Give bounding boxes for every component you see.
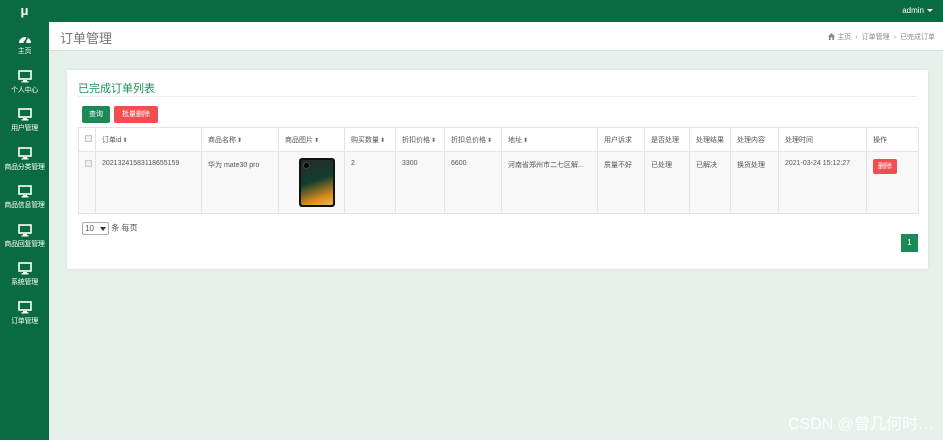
cell-quantity: 2 xyxy=(344,151,396,214)
column-header: 处理结果 xyxy=(689,127,731,152)
sidebar-item-orders[interactable]: 订单管理 xyxy=(0,295,49,333)
sort-icon: ⬍ xyxy=(380,137,386,144)
sidebar-item-label: 主页 xyxy=(17,48,32,55)
cell-order-id: 20213241583118655159 xyxy=(95,151,202,214)
sidebar-item-label: 商品回复管理 xyxy=(4,241,45,248)
sidebar-item-label: 个人中心 xyxy=(11,87,38,94)
page-size-control: 10 条 每页 xyxy=(82,222,137,235)
sidebar-item-category[interactable]: 商品分类管理 xyxy=(0,141,49,179)
breadcrumb-home[interactable]: 主页 xyxy=(837,34,851,41)
select-all-checkbox[interactable] xyxy=(85,135,92,142)
column-header: 处理内容 xyxy=(730,127,779,152)
caret-down-icon xyxy=(927,9,933,13)
app-logo: μ xyxy=(20,3,29,18)
page-button-current[interactable]: 1 xyxy=(901,234,918,252)
chevron-right-icon: › xyxy=(893,34,896,41)
column-header: 处理时间 xyxy=(778,127,867,152)
sidebar-item-label: 用户管理 xyxy=(11,125,38,132)
sidebar-item-products[interactable]: 商品信息管理 xyxy=(0,179,49,217)
breadcrumb-orders[interactable]: 订单管理 xyxy=(862,34,890,41)
sort-icon: ⬍ xyxy=(487,137,493,144)
sidebar-item-replies[interactable]: 商品回复管理 xyxy=(0,218,49,256)
product-image[interactable] xyxy=(299,158,335,207)
monitor-icon xyxy=(17,147,32,160)
sidebar-item-home[interactable]: 主页 xyxy=(0,26,49,64)
sidebar-item-label: 系统管理 xyxy=(11,279,38,286)
sidebar-item-label: 商品分类管理 xyxy=(4,164,45,171)
monitor-icon xyxy=(17,301,32,314)
breadcrumb-current: 已完成订单 xyxy=(900,34,935,41)
column-header[interactable]: 商品图片⬍ xyxy=(278,127,345,152)
select-all-cell xyxy=(78,127,96,152)
column-header[interactable]: 商品名称⬍ xyxy=(201,127,279,152)
sidebar-item-label: 订单管理 xyxy=(11,318,38,325)
cell-time: 2021-03-24 15:12:27 xyxy=(778,151,867,214)
column-header: 是否处理 xyxy=(644,127,690,152)
cell-content: 换货处理 xyxy=(730,151,779,214)
sidebar: 主页 个人中心 用户管理 商品分类管理 商品信息管理 商品回复管理 系统管理 订… xyxy=(0,22,49,440)
breadcrumb: 主页 › 订单管理 › 已完成订单 xyxy=(828,32,935,42)
row-select-cell xyxy=(78,151,96,214)
divider xyxy=(78,96,917,97)
panel-title: 已完成订单列表 xyxy=(78,83,155,95)
page-size-select[interactable]: 10 xyxy=(82,222,109,235)
table-header-row: 订单id⬍ 商品名称⬍ 商品图片⬍ 购买数量⬍ 折扣价格⬍ 折扣总价格⬍ 地址⬍… xyxy=(78,127,919,152)
sort-icon: ⬍ xyxy=(314,137,320,144)
query-button[interactable]: 查询 xyxy=(82,106,110,123)
camera-icon xyxy=(303,162,310,169)
monitor-icon xyxy=(17,70,32,83)
monitor-icon xyxy=(17,224,32,237)
cell-processed: 已处理 xyxy=(644,151,690,214)
cell-discount-price: 3300 xyxy=(395,151,445,214)
user-menu[interactable]: admin xyxy=(902,0,933,22)
sort-icon: ⬍ xyxy=(431,137,437,144)
cell-discount-total: 6600 xyxy=(444,151,502,214)
orders-table: 订单id⬍ 商品名称⬍ 商品图片⬍ 购买数量⬍ 折扣价格⬍ 折扣总价格⬍ 地址⬍… xyxy=(78,127,919,214)
column-header: 用户诉求 xyxy=(597,127,645,152)
monitor-icon xyxy=(17,108,32,121)
cell-actions: 删除 xyxy=(866,151,919,214)
page-header: 订单管理 主页 › 订单管理 › 已完成订单 xyxy=(49,22,943,51)
top-bar: μ admin xyxy=(0,0,943,22)
watermark: CSDN @曾几何时… xyxy=(787,416,934,433)
per-page-label: 条 每页 xyxy=(111,223,138,233)
sort-icon: ⬍ xyxy=(237,137,243,144)
sidebar-item-label: 商品信息管理 xyxy=(4,202,45,209)
cell-result: 已解决 xyxy=(689,151,731,214)
page-title: 订单管理 xyxy=(60,31,113,46)
column-header[interactable]: 折扣价格⬍ xyxy=(395,127,445,152)
monitor-icon xyxy=(17,185,32,198)
cell-address: 河南省郑州市二七区解... xyxy=(501,151,598,214)
column-header: 操作 xyxy=(866,127,919,152)
column-header[interactable]: 购买数量⬍ xyxy=(344,127,396,152)
column-header[interactable]: 折扣总价格⬍ xyxy=(444,127,502,152)
cell-product-image xyxy=(278,151,345,214)
sort-icon: ⬍ xyxy=(122,137,128,144)
sidebar-item-users[interactable]: 用户管理 xyxy=(0,102,49,140)
home-icon xyxy=(828,33,836,40)
batch-delete-button[interactable]: 批量删除 xyxy=(114,106,158,123)
cell-product-name: 华为 mate30 pro xyxy=(201,151,279,214)
delete-button[interactable]: 删除 xyxy=(873,159,897,174)
table-row: 20213241583118655159 华为 mate30 pro 2 330… xyxy=(78,151,919,214)
sort-icon: ⬍ xyxy=(523,137,529,144)
monitor-icon xyxy=(17,262,32,275)
column-header[interactable]: 地址⬍ xyxy=(501,127,598,152)
dashboard-icon xyxy=(18,35,31,44)
cell-user-request: 质量不好 xyxy=(597,151,645,214)
sidebar-item-profile[interactable]: 个人中心 xyxy=(0,64,49,102)
column-header[interactable]: 订单id⬍ xyxy=(95,127,202,152)
chevron-right-icon: › xyxy=(855,34,858,41)
user-name: admin xyxy=(902,6,924,15)
orders-panel: 已完成订单列表 查询 批量删除 订单id⬍ 商品名称⬍ 商品图片⬍ 购买数量⬍ … xyxy=(67,70,928,269)
row-checkbox[interactable] xyxy=(85,160,92,167)
chevron-down-icon xyxy=(100,227,106,231)
sidebar-item-system[interactable]: 系统管理 xyxy=(0,256,49,294)
